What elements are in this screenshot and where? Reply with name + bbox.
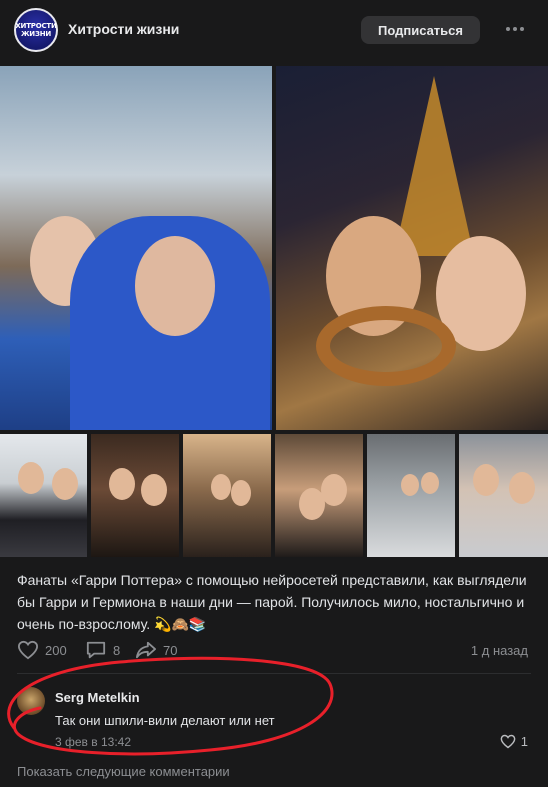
comment-author-name[interactable]: Serg Metelkin <box>55 690 140 705</box>
comment-like-button[interactable]: 1 <box>500 734 528 749</box>
red-annotation-ellipse <box>7 656 334 756</box>
avatar-text-line-2: ЖИЗНИ <box>20 30 52 38</box>
show-more-comments-link[interactable]: Показать следующие комментарии <box>17 764 230 779</box>
post-time[interactable]: 1 д назад <box>471 643 528 658</box>
more-options-icon[interactable] <box>506 22 528 36</box>
comment-count: 8 <box>113 642 121 658</box>
post-thumbnail-3[interactable] <box>183 434 271 557</box>
post-thumbnail-4[interactable] <box>275 434 363 557</box>
post-photo-1[interactable] <box>0 66 272 430</box>
post-photo-2[interactable] <box>276 66 548 430</box>
share-button[interactable]: 70 <box>135 640 177 660</box>
divider <box>17 673 531 674</box>
share-count: 70 <box>163 642 178 658</box>
heart-icon <box>500 734 516 749</box>
comment-text: Так они шпили-вили делают или нет <box>55 713 275 728</box>
heart-icon <box>17 640 39 660</box>
subscribe-button[interactable]: Подписаться <box>361 16 480 44</box>
post-thumbnail-2[interactable] <box>91 434 179 557</box>
community-title[interactable]: Хитрости жизни <box>68 21 179 37</box>
comment-icon <box>86 641 106 659</box>
community-avatar[interactable]: ХИТРОСТИ ЖИЗНИ <box>14 8 58 52</box>
post-thumbnail-5[interactable] <box>367 434 455 557</box>
post-actions: 200 8 70 1 д назад <box>17 640 532 662</box>
avatar-text-line-1: ХИТРОСТИ <box>15 22 57 30</box>
like-button[interactable]: 200 <box>17 640 67 660</box>
comment-author-avatar[interactable] <box>17 687 45 715</box>
comment-button[interactable]: 8 <box>85 640 120 660</box>
post-header: ХИТРОСТИ ЖИЗНИ Хитрости жизни Подписатьс… <box>0 0 548 60</box>
post-thumbnail-6[interactable] <box>459 434 548 557</box>
comment-date[interactable]: 3 фев в 13:42 <box>55 735 131 749</box>
post-thumbnail-1[interactable] <box>0 434 87 557</box>
comment-like-count: 1 <box>520 734 528 749</box>
post-caption: Фанаты «Гарри Поттера» с помощью нейросе… <box>17 572 527 632</box>
share-icon <box>136 641 156 659</box>
like-count: 200 <box>45 642 67 658</box>
